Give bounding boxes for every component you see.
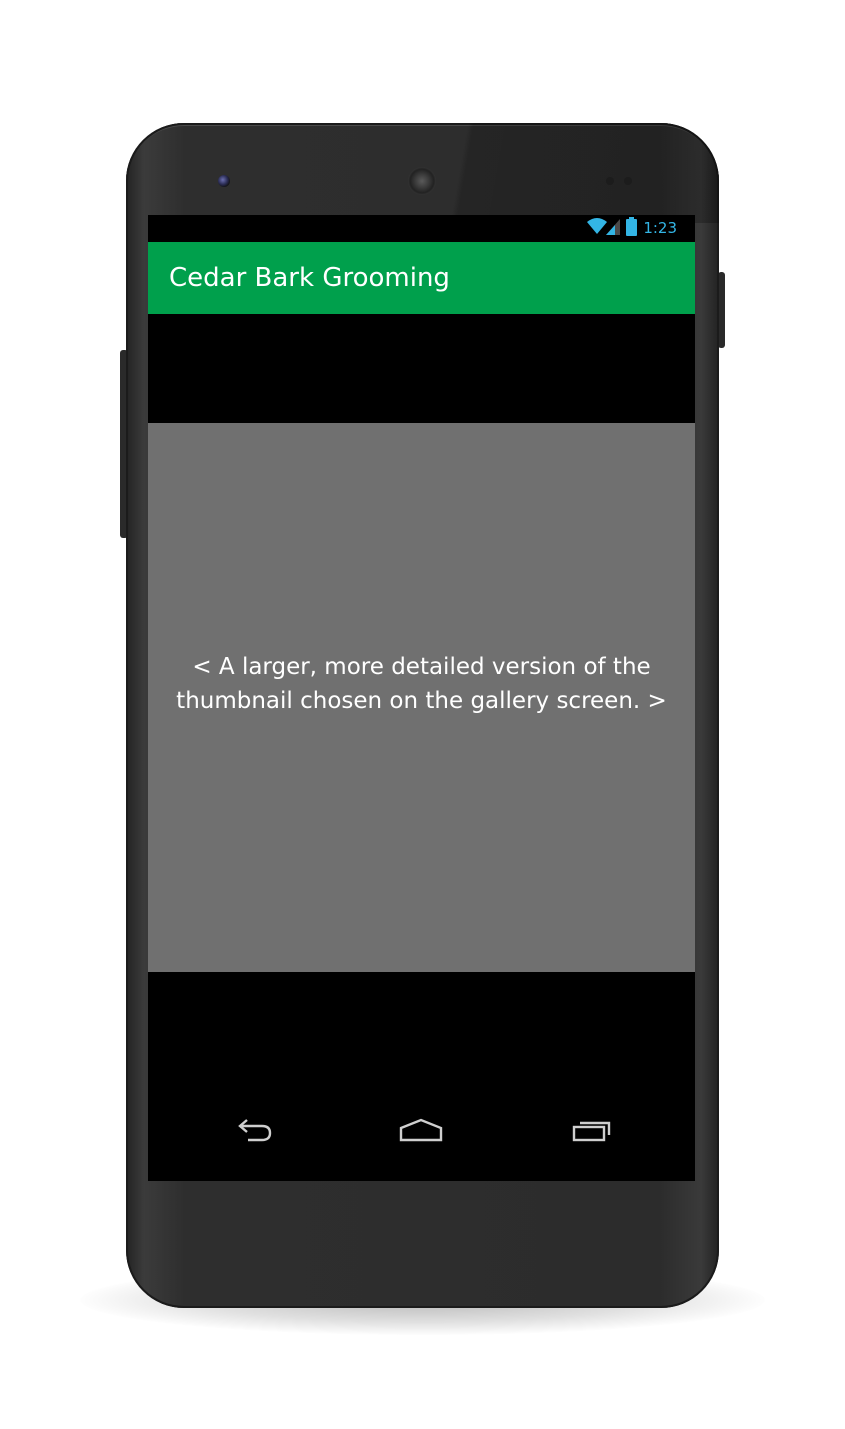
recents-icon [571, 1118, 613, 1147]
status-icons: 1:23 [586, 216, 677, 241]
back-button[interactable] [224, 1112, 284, 1152]
recents-button[interactable] [562, 1112, 622, 1152]
navigation-bar [148, 1084, 695, 1181]
front-camera [218, 175, 230, 187]
status-time: 1:23 [643, 219, 677, 237]
image-placeholder-line-2: thumbnail chosen on the gallery screen. … [176, 687, 667, 714]
wifi-icon [586, 217, 608, 240]
power-button [718, 272, 725, 348]
device-frame-stage: 1:23 Cedar Bark Grooming < A larger, mor… [0, 0, 845, 1429]
home-button[interactable] [391, 1112, 451, 1152]
battery-icon [626, 216, 638, 241]
earpiece-speaker [408, 167, 436, 195]
home-icon [399, 1118, 443, 1147]
proximity-sensor [606, 177, 614, 185]
phone-screen: 1:23 Cedar Bark Grooming < A larger, mor… [148, 215, 695, 1181]
signal-icon [606, 217, 621, 240]
back-icon [234, 1117, 274, 1148]
image-placeholder-line-1: < A larger, more detailed version of the [192, 653, 651, 680]
image-placeholder-caption: < A larger, more detailed version of the… [148, 650, 695, 718]
status-bar: 1:23 [148, 215, 695, 242]
detail-image-placeholder[interactable]: < A larger, more detailed version of the… [148, 423, 695, 972]
light-sensor [624, 177, 632, 185]
app-bar: Cedar Bark Grooming [148, 242, 695, 314]
app-title: Cedar Bark Grooming [169, 263, 450, 293]
